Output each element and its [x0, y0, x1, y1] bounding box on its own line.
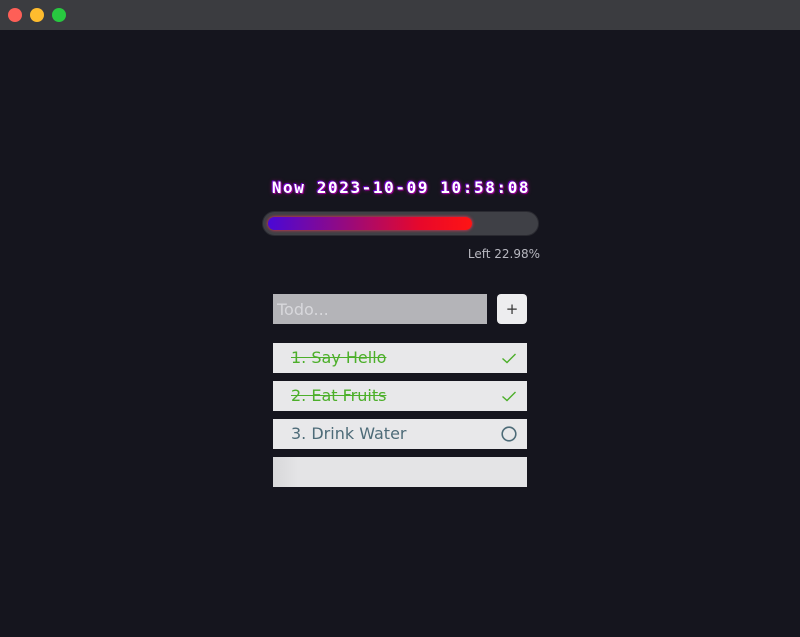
- todo-item-label: 2. Eat Fruits: [291, 386, 387, 405]
- check-icon[interactable]: [501, 350, 517, 366]
- current-datetime: Now 2023-10-09 10:58:08: [271, 178, 531, 197]
- todo-item[interactable]: 3. Drink Water: [273, 419, 527, 449]
- todo-input[interactable]: [273, 294, 487, 324]
- todo-item-label: 1. Say Hello: [291, 348, 387, 367]
- todo-item[interactable]: 1. Say Hello: [273, 343, 527, 373]
- todo-item[interactable]: 2. Eat Fruits: [273, 381, 527, 411]
- time-progress-fill: [268, 217, 472, 230]
- maximize-window-button[interactable]: [52, 8, 66, 22]
- close-window-button[interactable]: [8, 8, 22, 22]
- check-icon[interactable]: [501, 388, 517, 404]
- circle-icon[interactable]: [501, 426, 517, 442]
- window-titlebar: [0, 0, 800, 30]
- time-progress-bar: [262, 211, 539, 236]
- add-todo-button[interactable]: +: [497, 294, 527, 324]
- minimize-window-button[interactable]: [30, 8, 44, 22]
- time-left-label: Left 22.98%: [467, 247, 540, 261]
- todo-item-label: 3. Drink Water: [291, 424, 407, 443]
- todo-item-empty[interactable]: [273, 457, 527, 487]
